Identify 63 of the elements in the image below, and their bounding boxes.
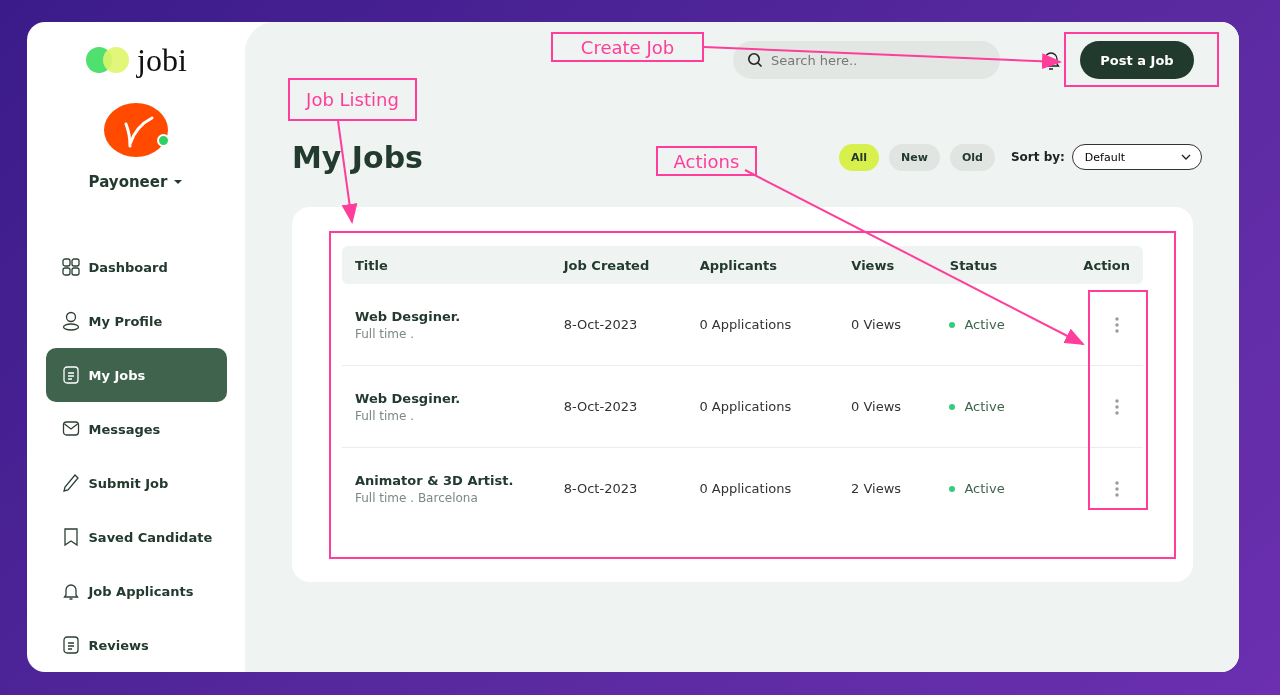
sort-label: Sort by:: [1010, 150, 1065, 164]
column-header: Applicants: [699, 257, 778, 273]
user-icon: [61, 311, 80, 331]
status-text: Active: [964, 481, 1005, 496]
column-header: Status: [949, 257, 999, 273]
column-header: Title: [355, 257, 389, 273]
filter-chip[interactable]: All: [839, 143, 880, 171]
column-header: Action: [1082, 257, 1130, 273]
post-job-button[interactable]: Post a Job: [1080, 41, 1194, 79]
logo-icon: [85, 46, 132, 74]
job-title: Web Desginer.: [355, 390, 462, 406]
page-title: My Jobs: [292, 139, 423, 175]
logo-text: jobi: [137, 44, 187, 76]
doc-icon: [61, 365, 80, 385]
more-options-icon[interactable]: [1114, 397, 1121, 416]
sidebar-item[interactable]: Submit Job: [45, 456, 227, 510]
sidebar-item[interactable]: My Jobs: [45, 348, 227, 402]
bell-icon: [61, 581, 80, 601]
job-type: Full time .: [355, 408, 416, 423]
more-options-icon[interactable]: [1114, 479, 1121, 498]
search-field[interactable]: Search here..: [733, 41, 1000, 79]
sidebar-item[interactable]: Dashboard: [45, 240, 227, 294]
bookmark-icon: [61, 527, 80, 547]
job-type: Full time . Barcelona: [355, 490, 479, 505]
table-cell-text: 0 Applications: [699, 481, 793, 496]
job-title: Animator & 3D Artist.: [355, 472, 515, 488]
job-type: Full time .: [355, 326, 416, 341]
table-cell-text: 0 Applications: [699, 317, 793, 332]
annotation-label: Job Listing: [288, 78, 417, 121]
status-dot: [949, 403, 956, 410]
job-title: Web Desginer.: [355, 308, 462, 324]
annotation-label: Create Job: [551, 32, 704, 62]
doc-icon: [61, 635, 80, 655]
filter-chip[interactable]: New: [889, 143, 940, 171]
more-options-icon[interactable]: [1114, 315, 1121, 334]
table-cell-text: 8-Oct-2023: [563, 317, 639, 332]
table-cell-text: 8-Oct-2023: [563, 481, 639, 496]
column-header: Job Created: [563, 257, 651, 273]
mail-icon: [61, 419, 80, 439]
status-dot: [949, 321, 956, 328]
sidebar-item[interactable]: Saved Candidate: [45, 510, 227, 564]
table-cell-text: 0 Views: [851, 317, 903, 332]
sidebar-item[interactable]: Reviews: [45, 618, 227, 672]
sidebar-item[interactable]: Job Applicants: [45, 564, 227, 618]
status-text: Active: [964, 399, 1005, 414]
status-dot: [949, 485, 956, 492]
sidebar-item[interactable]: Messages: [45, 402, 227, 456]
sort-dropdown[interactable]: Default: [1071, 144, 1202, 170]
account-menu-button[interactable]: Payoneer: [82, 172, 190, 192]
table-cell-text: 8-Oct-2023: [563, 399, 639, 414]
pencil-icon: [61, 473, 80, 493]
table-cell-text: 0 Applications: [699, 399, 793, 414]
status-text: Active: [964, 317, 1005, 332]
table-cell-text: 0 Views: [851, 399, 903, 414]
filter-chip[interactable]: Old: [949, 143, 995, 171]
caret-icon: [173, 179, 184, 185]
sidebar-item[interactable]: My Profile: [45, 294, 227, 348]
search-icon: [747, 52, 763, 68]
table-cell-text: 2 Views: [851, 481, 903, 496]
column-header: Views: [851, 257, 896, 273]
grid-icon: [61, 257, 80, 277]
chevron-down-icon: [1180, 154, 1191, 160]
annotation-label: Actions: [656, 146, 757, 176]
